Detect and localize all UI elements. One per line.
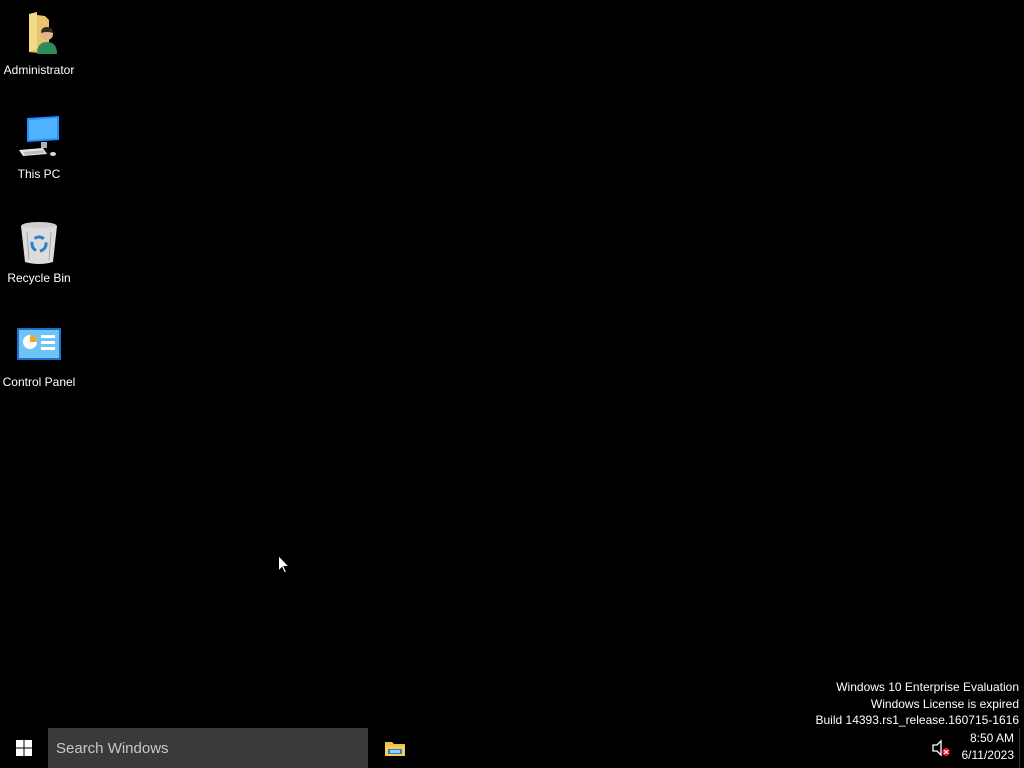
desktop-icon-label: Administrator	[3, 63, 75, 77]
search-box[interactable]	[48, 728, 368, 768]
clock-time: 8:50 AM	[969, 731, 1014, 745]
watermark-edition: Windows 10 Enterprise Evaluation	[836, 680, 1019, 694]
watermark-license: Windows License is expired	[870, 696, 1019, 711]
taskbar: 8:50 AM 6/11/2023	[0, 728, 1024, 768]
recycle-bin-icon	[15, 218, 63, 266]
clock-date: 6/11/2023	[961, 748, 1015, 762]
desktop[interactable]: Administrator This PC Recycle Bin Contro…	[0, 0, 1024, 728]
computer-icon	[15, 114, 63, 162]
desktop-icon-control-panel[interactable]: Control Panel	[0, 312, 78, 412]
taskbar-file-explorer[interactable]	[374, 728, 416, 768]
user-folder-icon	[15, 10, 63, 58]
watermark-build: Build 14393.rs1_release.160715-1616	[815, 713, 1020, 727]
mouse-pointer-icon	[278, 554, 291, 574]
desktop-icon-this-pc[interactable]: This PC	[0, 104, 78, 204]
desktop-icon-label: This PC	[17, 167, 61, 181]
desktop-icon-administrator[interactable]: Administrator	[0, 0, 78, 100]
volume-muted-icon	[932, 739, 950, 757]
show-desktop-button[interactable]	[1019, 728, 1024, 768]
activation-watermark: Windows 10 Enterprise Evaluation Windows…	[816, 679, 1020, 729]
desktop-icon-label: Recycle Bin	[7, 271, 71, 285]
tray-volume-button[interactable]	[930, 738, 952, 758]
desktop-icon-recycle-bin[interactable]: Recycle Bin	[0, 208, 78, 308]
start-button[interactable]	[0, 728, 48, 768]
desktop-icon-label: Control Panel	[2, 375, 76, 389]
search-input[interactable]	[56, 728, 368, 768]
taskbar-clock[interactable]: 8:50 AM 6/11/2023	[954, 730, 1015, 764]
windows-logo-icon	[16, 740, 32, 756]
control-panel-icon	[15, 322, 63, 370]
file-explorer-icon	[385, 742, 405, 756]
